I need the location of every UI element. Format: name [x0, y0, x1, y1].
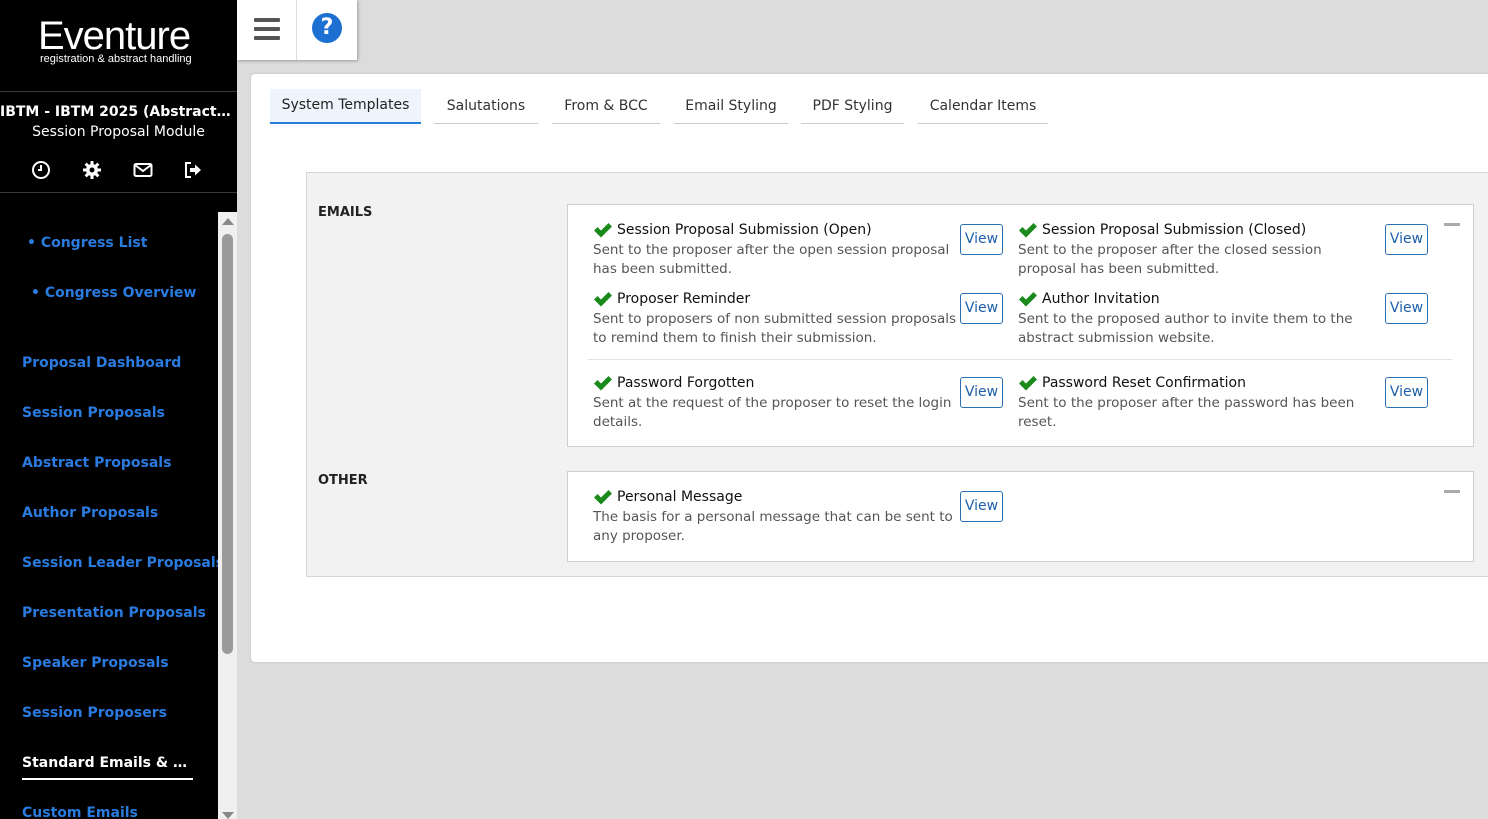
nav-presentation-proposals[interactable]: Presentation Proposals — [22, 605, 206, 621]
view-button[interactable]: View — [960, 377, 1003, 408]
section-label-other: OTHER — [318, 473, 368, 488]
check-icon — [593, 291, 613, 307]
logout-icon[interactable] — [181, 158, 205, 182]
template-title: Author Invitation — [1042, 291, 1160, 307]
check-icon — [593, 489, 613, 505]
template-title: Password Forgotten — [617, 375, 755, 391]
collapse-other-icon[interactable] — [1444, 490, 1460, 493]
check-icon — [1018, 291, 1038, 307]
template-title: Session Proposal Submission (Open) — [617, 222, 872, 238]
nav-session-proposers[interactable]: Session Proposers — [22, 705, 167, 721]
hamburger-icon — [254, 18, 280, 22]
template-title: Personal Message — [617, 489, 743, 505]
help-icon: ? — [312, 13, 342, 43]
scroll-up-arrow-icon[interactable] — [222, 218, 234, 225]
scroll-thumb[interactable] — [222, 234, 233, 654]
divider — [588, 359, 1452, 360]
nav-congress-list[interactable]: • Congress List — [27, 235, 147, 251]
template-title: Password Reset Confirmation — [1042, 375, 1246, 391]
sidebar-icon-bar — [0, 158, 237, 182]
nav-proposal-dashboard[interactable]: Proposal Dashboard — [22, 355, 181, 371]
template-title: Proposer Reminder — [617, 291, 751, 307]
nav-abstract-proposals[interactable]: Abstract Proposals — [22, 455, 171, 471]
nav-standard-emails[interactable]: Standard Emails & Settings — [22, 755, 193, 780]
view-button[interactable]: View — [960, 491, 1003, 522]
nav-custom-emails[interactable]: Custom Emails — [22, 805, 138, 819]
view-button[interactable]: View — [1385, 293, 1428, 324]
template-description: Sent to the proposer after the password … — [1018, 395, 1355, 430]
template-description: The basis for a personal message that ca… — [593, 509, 953, 544]
nav-speaker-proposals[interactable]: Speaker Proposals — [22, 655, 169, 671]
check-icon — [593, 375, 613, 391]
main-content: System Templates Salutations From & BCC … — [251, 74, 1488, 662]
nav-congress-overview[interactable]: • Congress Overview — [31, 285, 196, 301]
logo-tagline: registration & abstract handling — [40, 53, 192, 65]
tab-pdf-styling[interactable]: PDF Styling — [801, 89, 904, 124]
template-description: Sent to the proposed author to invite th… — [1018, 311, 1353, 346]
top-toolbar: ? — [237, 0, 357, 60]
nav-session-proposals[interactable]: Session Proposals — [22, 405, 165, 421]
nav-session-leader-proposals[interactable]: Session Leader Proposals — [22, 555, 224, 571]
tab-system-templates[interactable]: System Templates — [270, 89, 421, 124]
check-icon — [593, 222, 613, 238]
view-button[interactable]: View — [960, 224, 1003, 255]
clock-icon[interactable] — [29, 158, 53, 182]
tab-salutations[interactable]: Salutations — [434, 89, 538, 124]
template-description: Sent to the proposer after the open sess… — [593, 242, 950, 277]
menu-button[interactable] — [237, 0, 297, 60]
gear-icon[interactable] — [80, 158, 104, 182]
template-description: Sent to the proposer after the closed se… — [1018, 242, 1322, 277]
check-icon — [1018, 375, 1038, 391]
view-button[interactable]: View — [1385, 224, 1428, 255]
scroll-down-arrow-icon[interactable] — [222, 812, 234, 819]
template-description: Sent to proposers of non submitted sessi… — [593, 311, 957, 346]
view-button[interactable]: View — [960, 293, 1003, 324]
collapse-emails-icon[interactable] — [1444, 223, 1460, 226]
event-title: IBTM - IBTM 2025 (Abstracts & Par... — [0, 104, 237, 120]
template-description: Sent at the request of the proposer to r… — [593, 395, 952, 430]
mail-icon[interactable] — [131, 158, 155, 182]
emails-group: Session Proposal Submission (Open) Sent … — [567, 204, 1474, 447]
sidebar-scrollbar[interactable] — [218, 212, 237, 819]
section-label-emails: EMAILS — [318, 205, 373, 220]
tab-email-styling[interactable]: Email Styling — [674, 89, 788, 124]
sidebar-nav: • Congress List • Congress Overview Prop… — [0, 212, 224, 819]
logo[interactable]: Eventure registration & abstract handlin… — [0, 0, 237, 92]
event-info: IBTM - IBTM 2025 (Abstracts & Par... Ses… — [0, 92, 237, 193]
event-module: Session Proposal Module — [32, 124, 205, 140]
other-group: Personal Message The basis for a persona… — [567, 471, 1474, 562]
check-icon — [1018, 222, 1038, 238]
tab-calendar-items[interactable]: Calendar Items — [918, 89, 1048, 124]
template-title: Session Proposal Submission (Closed) — [1042, 222, 1307, 238]
sidebar: Eventure registration & abstract handlin… — [0, 0, 237, 819]
nav-author-proposals[interactable]: Author Proposals — [22, 505, 158, 521]
tab-from-bcc[interactable]: From & BCC — [552, 89, 660, 124]
templates-panel: EMAILS Session Proposal Submission (Open… — [306, 172, 1488, 577]
view-button[interactable]: View — [1385, 377, 1428, 408]
help-button[interactable]: ? — [297, 0, 357, 60]
